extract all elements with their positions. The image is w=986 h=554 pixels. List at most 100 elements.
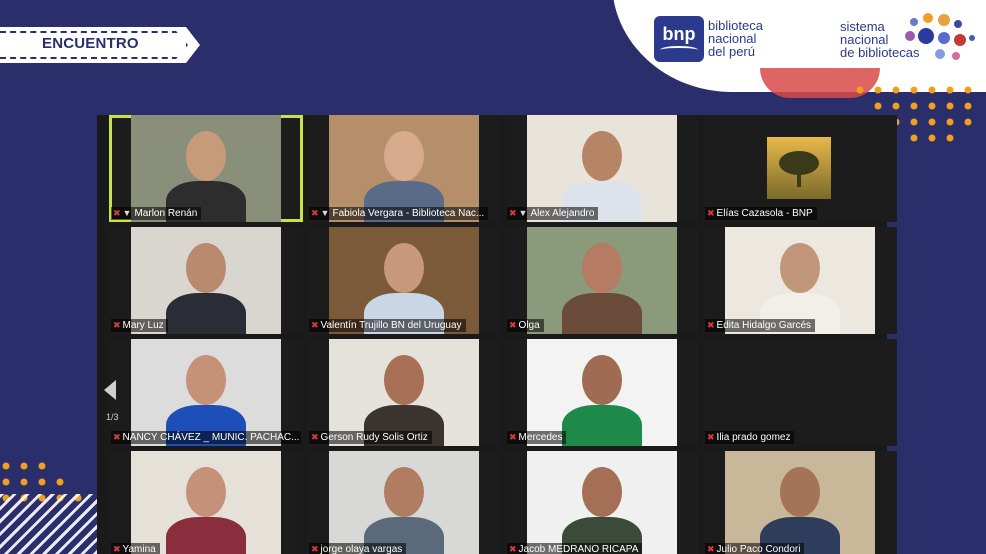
participant-video [329, 115, 479, 222]
muted-mic-icon: ✖ [311, 320, 319, 330]
participant-face [582, 131, 622, 181]
hatch-decoration [0, 494, 98, 554]
participant-tile[interactable]: ✖ ▼ Marlon Renán [109, 115, 303, 222]
bnp-line: del perú [708, 44, 755, 59]
participant-name-tag: ✖ Ilia prado gomez [705, 431, 795, 444]
participant-name: Fabiola Vergara - Biblioteca Nac... [332, 208, 485, 219]
pin-icon: ▼ [518, 208, 528, 218]
participant-face [780, 243, 820, 293]
participant-tile[interactable]: ✖ Yamina [109, 451, 303, 554]
muted-mic-icon: ✖ [113, 208, 121, 218]
banner-label: ENCUENTRO [42, 35, 139, 52]
participant-video [527, 451, 677, 554]
bnp-mark: bnp [662, 24, 696, 44]
participant-face [582, 243, 622, 293]
participant-face [186, 243, 226, 293]
participant-video [329, 451, 479, 554]
participant-face [780, 467, 820, 517]
participant-name-tag: ✖ Edita Hidalgo Garcés [705, 319, 816, 332]
participant-name-tag: ✖ NANCY CHÁVEZ _ MUNIC. PACHAC... [111, 431, 301, 444]
participant-tile[interactable]: ✖ Jacob MEDRANO RICAPA [505, 451, 699, 554]
participant-video [725, 227, 875, 334]
participant-video [131, 339, 281, 446]
participant-body [562, 405, 642, 446]
participant-tile[interactable]: ✖ Valentín Trujillo BN del Uruguay [307, 227, 501, 334]
participant-name: Julio Paco Condori [716, 544, 801, 554]
participant-name: Mary Luz [122, 320, 164, 331]
participant-face [384, 467, 424, 517]
participant-face [384, 355, 424, 405]
tree-trunk [797, 171, 801, 187]
participant-name: NANCY CHÁVEZ _ MUNIC. PACHAC... [122, 432, 300, 443]
participant-name-tag: ✖ Mercedes [507, 431, 567, 444]
participant-tile[interactable]: ✖ Gerson Rudy Solis Ortiz [307, 339, 501, 446]
participant-tile[interactable]: ✖ Mary Luz [109, 227, 303, 334]
participant-tile[interactable]: ✖ Olga [505, 227, 699, 334]
participant-face [582, 355, 622, 405]
participant-name-tag: ✖ Gerson Rudy Solis Ortiz [309, 431, 432, 444]
bnp-logo-text: biblioteca nacional del perú [708, 19, 818, 58]
muted-mic-icon: ✖ [113, 432, 121, 442]
participant-name: Elías Cazasola - BNP [716, 208, 813, 219]
video-gallery: ✖ ▼ Marlon Renán ✖ ▼ Fabiola Vergara - Biblio… [97, 115, 897, 554]
participant-name-tag: ✖ ▼ Alex Alejandro [507, 207, 599, 220]
participant-face [384, 243, 424, 293]
participant-video [131, 115, 281, 222]
participant-body [166, 517, 246, 554]
participant-name: Ilia prado gomez [716, 432, 791, 443]
page-indicator: 1/3 [106, 412, 119, 422]
participant-tile[interactable]: ✖ Ilia prado gomez [703, 339, 897, 446]
participant-name-tag: ✖ Jacob MEDRANO RICAPA [507, 543, 643, 554]
participant-name-tag: ✖ ▼ Marlon Renán [111, 207, 202, 220]
participant-video [725, 451, 875, 554]
muted-mic-icon: ✖ [707, 544, 715, 554]
participant-name: Jacob MEDRANO RICAPA [518, 544, 639, 554]
participant-name: Valentín Trujillo BN del Uruguay [320, 320, 462, 331]
participant-face [582, 467, 622, 517]
previous-page-icon[interactable] [104, 380, 116, 400]
participant-tile[interactable]: ✖ ▼ Fabiola Vergara - Biblioteca Nac... [307, 115, 501, 222]
participant-name: Yamina [122, 544, 156, 554]
participant-name: Gerson Rudy Solis Ortiz [320, 432, 428, 443]
participant-tile[interactable]: ✖ jorge olaya vargas [307, 451, 501, 554]
participant-face [186, 131, 226, 181]
participant-body [562, 293, 642, 334]
muted-mic-icon: ✖ [113, 544, 121, 554]
muted-mic-icon: ✖ [509, 544, 517, 554]
muted-mic-icon: ✖ [311, 208, 319, 218]
participant-tile[interactable]: ✖ Julio Paco Condori [703, 451, 897, 554]
muted-mic-icon: ✖ [311, 432, 319, 442]
muted-mic-icon: ✖ [113, 320, 121, 330]
participant-tile[interactable]: ✖ NANCY CHÁVEZ _ MUNIC. PACHAC... [109, 339, 303, 446]
participant-tile[interactable]: ✖ Elías Cazasola - BNP [703, 115, 897, 222]
participant-video [527, 339, 677, 446]
participant-name-tag: ✖ Olga [507, 319, 544, 332]
muted-mic-icon: ✖ [707, 208, 715, 218]
participant-name-tag: ✖ ▼ Fabiola Vergara - Biblioteca Nac... [309, 207, 489, 220]
bnp-logo-icon: bnp [654, 16, 704, 62]
participant-name-tag: ✖ jorge olaya vargas [309, 543, 407, 554]
participant-tile[interactable]: ✖ ▼ Alex Alejandro [505, 115, 699, 222]
participant-name: Mercedes [518, 432, 563, 443]
participant-body [166, 293, 246, 334]
participant-video [329, 227, 479, 334]
participant-tile[interactable]: ✖ Edita Hidalgo Garcés [703, 227, 897, 334]
participant-video [329, 339, 479, 446]
participant-name: Marlon Renán [134, 208, 198, 219]
participant-video [527, 115, 677, 222]
participant-name-tag: ✖ Yamina [111, 543, 160, 554]
participant-video [131, 227, 281, 334]
participant-face [186, 467, 226, 517]
participant-video [131, 451, 281, 554]
participant-name-tag: ✖ Valentín Trujillo BN del Uruguay [309, 319, 466, 332]
pin-icon: ▼ [320, 208, 330, 218]
participant-name-tag: ✖ Julio Paco Condori [705, 543, 805, 554]
pin-icon: ▼ [122, 208, 132, 218]
profile-picture [767, 137, 831, 199]
participant-tile[interactable]: ✖ Mercedes [505, 339, 699, 446]
participant-video [527, 227, 677, 334]
muted-mic-icon: ✖ [509, 432, 517, 442]
muted-mic-icon: ✖ [707, 320, 715, 330]
gallery-page-nav[interactable]: 1/3 [98, 372, 128, 432]
participant-name-tag: ✖ Elías Cazasola - BNP [705, 207, 817, 220]
